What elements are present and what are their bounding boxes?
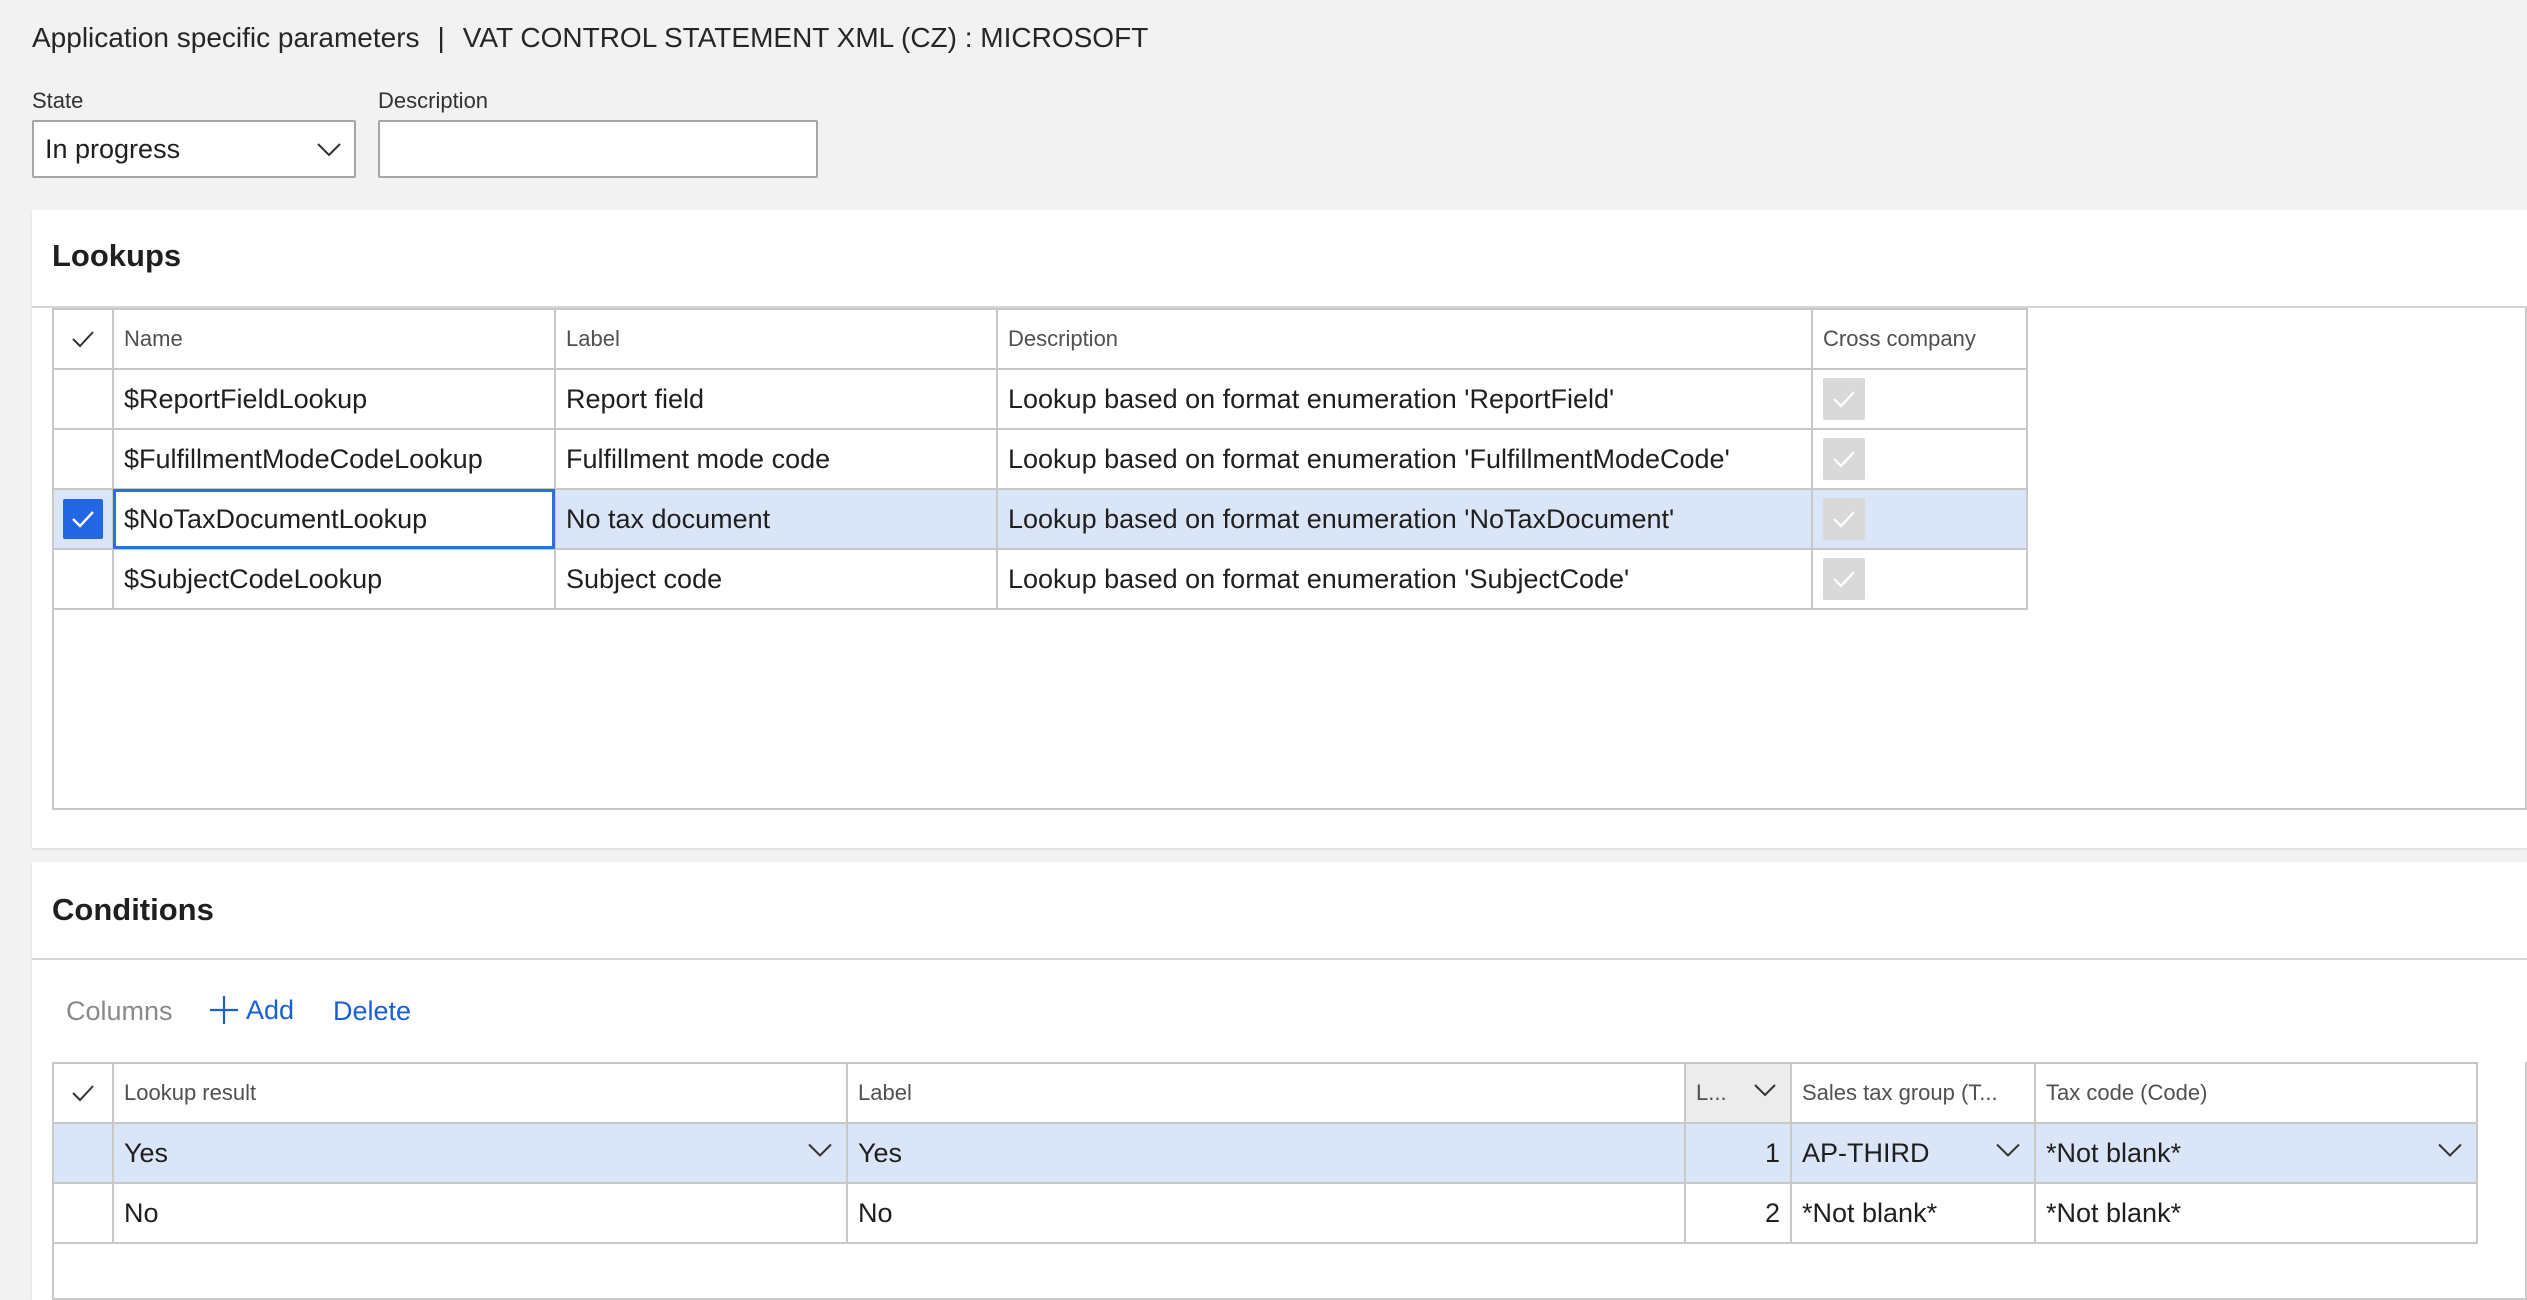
divider xyxy=(32,958,2527,960)
column-header-name[interactable]: Name xyxy=(112,308,556,370)
checkmark-icon xyxy=(63,1073,103,1113)
column-header-label[interactable]: Label xyxy=(846,1062,1686,1124)
delete-button[interactable]: Delete xyxy=(333,996,411,1027)
tax-code-value: *Not blank* xyxy=(2046,1137,2182,1168)
row-checkbox[interactable] xyxy=(52,488,114,550)
chevron-down-icon xyxy=(806,1136,834,1171)
table-row[interactable]: $ReportFieldLookup Report field Lookup b… xyxy=(52,368,2028,430)
cross-company-checkbox[interactable] xyxy=(1823,438,1865,480)
cross-company-cell[interactable] xyxy=(1811,488,2028,550)
lookup-name-cell[interactable]: $SubjectCodeLookup xyxy=(112,548,556,610)
row-checkbox[interactable] xyxy=(52,548,114,610)
row-checkbox[interactable] xyxy=(52,428,114,490)
line-number-cell[interactable]: 2 xyxy=(1684,1182,1792,1244)
lookups-header-row: Name Label Description Cross company xyxy=(52,308,2028,370)
column-header-tax-code[interactable]: Tax code (Code) xyxy=(2034,1062,2478,1124)
chevron-down-icon xyxy=(314,134,344,171)
select-all-checkbox[interactable] xyxy=(52,308,114,370)
page-title-app: Application specific parameters xyxy=(32,22,420,53)
lookup-label-cell[interactable]: Subject code xyxy=(554,548,998,610)
lookup-result-value: Yes xyxy=(124,1137,169,1168)
plus-icon xyxy=(210,996,238,1024)
add-button[interactable]: Add xyxy=(208,994,294,1026)
state-value: In progress xyxy=(45,133,181,164)
lookup-label-cell[interactable]: Report field xyxy=(554,368,998,430)
description-label: Description xyxy=(378,88,489,113)
conditions-section-title[interactable]: Conditions xyxy=(52,892,214,928)
cross-company-checkbox[interactable] xyxy=(1823,558,1865,600)
lookups-section-title[interactable]: Lookups xyxy=(52,238,181,274)
lookup-name-cell[interactable]: $FulfillmentModeCodeLookup xyxy=(112,428,556,490)
page-title-format: VAT CONTROL STATEMENT XML (CZ) : MICROSO… xyxy=(462,22,1149,53)
sales-tax-group-value: AP-THIRD xyxy=(1802,1137,1930,1168)
conditions-grid: Lookup result Label L... Sales tax group… xyxy=(52,1062,2478,1244)
lookup-description-cell[interactable]: Lookup based on format enumeration 'Fulf… xyxy=(996,428,1813,490)
checkmark-icon xyxy=(63,319,103,359)
checkmark-icon xyxy=(63,499,103,539)
lookup-result-dropdown[interactable]: Yes xyxy=(112,1122,848,1184)
lookup-description-cell[interactable]: Lookup based on format enumeration 'NoTa… xyxy=(996,488,1813,550)
lookup-result-cell[interactable]: No xyxy=(112,1182,848,1244)
chevron-down-icon xyxy=(1994,1136,2022,1171)
add-button-label: Add xyxy=(246,994,295,1025)
column-header-description[interactable]: Description xyxy=(996,308,1813,370)
sales-tax-group-cell[interactable]: *Not blank* xyxy=(1790,1182,2036,1244)
row-checkbox[interactable] xyxy=(52,1122,114,1184)
cross-company-checkbox[interactable] xyxy=(1823,498,1865,540)
column-header-line-label: L... xyxy=(1696,1080,1727,1105)
cross-company-cell[interactable] xyxy=(1811,548,2028,610)
lookups-grid: Name Label Description Cross company $Re… xyxy=(52,308,2028,610)
lookups-panel: Lookups Name Label Description Cross com… xyxy=(32,210,2527,848)
table-row-selected[interactable]: Yes Yes 1 AP-THIRD *Not blank* xyxy=(52,1122,2478,1184)
column-header-label[interactable]: Label xyxy=(554,308,998,370)
lookup-name-cell[interactable]: $ReportFieldLookup xyxy=(112,368,556,430)
cross-company-cell[interactable] xyxy=(1811,428,2028,490)
state-dropdown[interactable]: In progress xyxy=(32,120,356,178)
column-header-sales-tax-group[interactable]: Sales tax group (T... xyxy=(1790,1062,2036,1124)
conditions-header-row: Lookup result Label L... Sales tax group… xyxy=(52,1062,2478,1124)
row-checkbox[interactable] xyxy=(52,1182,114,1244)
select-all-checkbox[interactable] xyxy=(52,1062,114,1124)
page-title: Application specific parameters | VAT CONT… xyxy=(32,22,1148,54)
lookup-label-cell[interactable]: No tax document xyxy=(554,488,998,550)
condition-label-cell[interactable]: Yes xyxy=(846,1122,1686,1184)
table-row-selected[interactable]: $NoTaxDocumentLookup No tax document Loo… xyxy=(52,488,2028,550)
column-header-lookup-result[interactable]: Lookup result xyxy=(112,1062,848,1124)
table-row[interactable]: No No 2 *Not blank* *Not blank* xyxy=(52,1182,2478,1244)
columns-button[interactable]: Columns xyxy=(66,996,173,1027)
lookup-description-cell[interactable]: Lookup based on format enumeration 'Repo… xyxy=(996,368,1813,430)
condition-label-cell[interactable]: No xyxy=(846,1182,1686,1244)
sales-tax-group-dropdown[interactable]: AP-THIRD xyxy=(1790,1122,2036,1184)
cross-company-cell[interactable] xyxy=(1811,368,2028,430)
table-row[interactable]: $FulfillmentModeCodeLookup Fulfillment m… xyxy=(52,428,2028,490)
lookup-label-cell[interactable]: Fulfillment mode code xyxy=(554,428,998,490)
tax-code-dropdown[interactable]: *Not blank* xyxy=(2034,1122,2478,1184)
chevron-down-icon xyxy=(2436,1136,2464,1171)
line-number-cell[interactable]: 1 xyxy=(1684,1122,1792,1184)
conditions-panel: Conditions Columns Add Delete Lookup res… xyxy=(32,862,2527,1300)
cross-company-checkbox[interactable] xyxy=(1823,378,1865,420)
row-checkbox[interactable] xyxy=(52,368,114,430)
description-input[interactable] xyxy=(378,120,818,178)
chevron-down-icon xyxy=(1752,1077,1778,1109)
state-label: State xyxy=(32,88,84,113)
title-separator: | xyxy=(437,22,445,53)
tax-code-cell[interactable]: *Not blank* xyxy=(2034,1182,2478,1244)
column-header-line[interactable]: L... xyxy=(1684,1062,1792,1124)
column-header-cross-company[interactable]: Cross company xyxy=(1811,308,2028,370)
table-row[interactable]: $SubjectCodeLookup Subject code Lookup b… xyxy=(52,548,2028,610)
lookup-name-cell[interactable]: $NoTaxDocumentLookup xyxy=(112,488,556,550)
lookup-description-cell[interactable]: Lookup based on format enumeration 'Subj… xyxy=(996,548,1813,610)
